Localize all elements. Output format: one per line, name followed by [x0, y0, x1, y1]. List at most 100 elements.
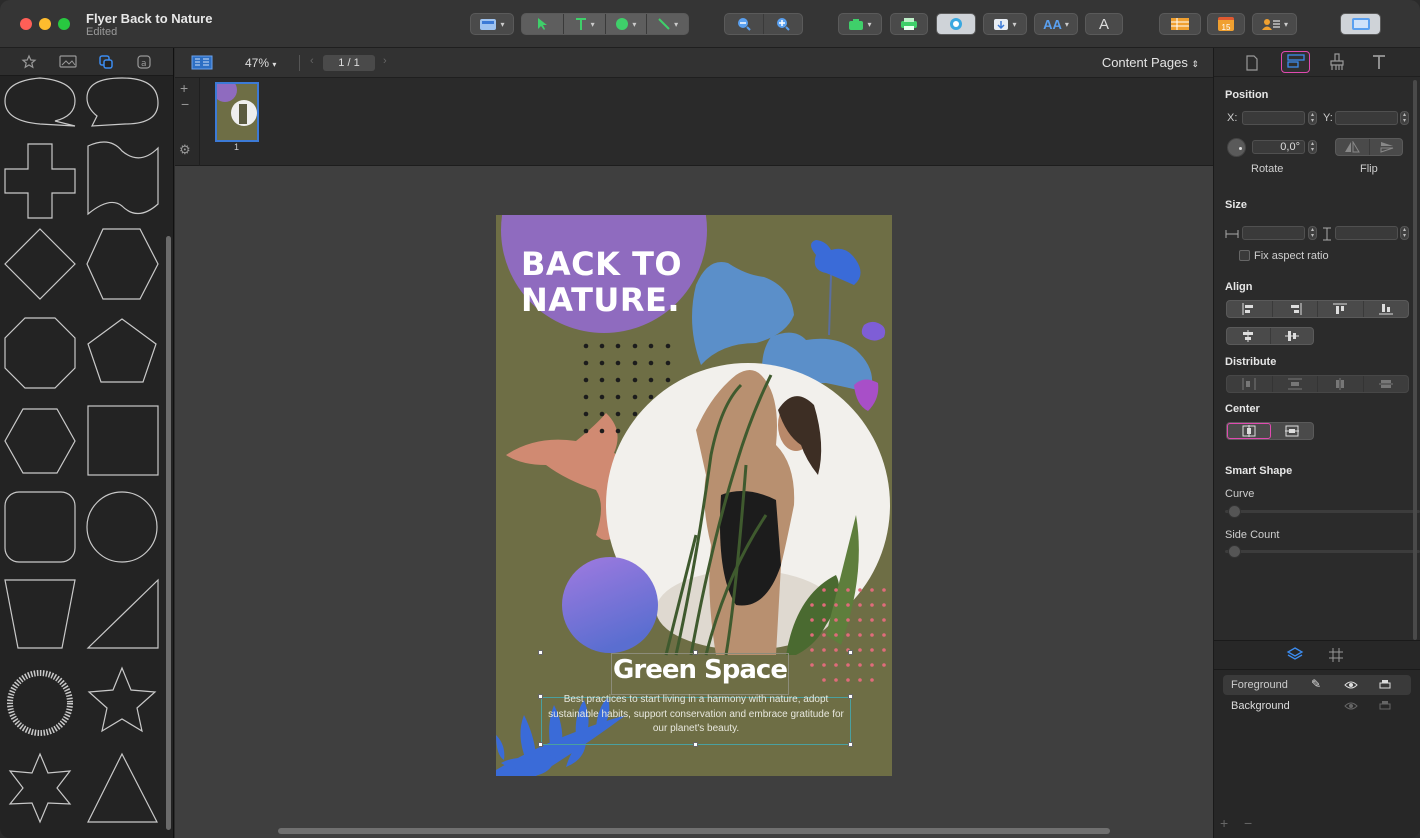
align-left-button[interactable] [1227, 301, 1273, 317]
rotate-field[interactable]: 0,0° [1252, 140, 1305, 154]
center-vertical-button[interactable] [1271, 423, 1313, 439]
print-button[interactable] [890, 13, 928, 35]
page-thumbnail[interactable] [215, 82, 259, 142]
favorites-icon[interactable] [21, 54, 37, 70]
zoom-segment[interactable] [724, 13, 803, 35]
document-icon[interactable] [1245, 55, 1259, 71]
visibility-eye-icon[interactable] [1344, 701, 1358, 711]
distribute-left-button[interactable] [1227, 376, 1273, 392]
printer-icon[interactable] [1379, 700, 1391, 711]
distribute-horizontal-button[interactable] [1318, 376, 1364, 392]
style-icon[interactable] [1328, 53, 1346, 71]
align-center-horizontal-button[interactable] [1227, 328, 1271, 344]
layer-row-foreground[interactable]: Foreground ✎ [1223, 675, 1411, 695]
rotate-value: 0,0° [1280, 141, 1300, 153]
rotate-stepper[interactable]: ▴ ▾ [1308, 140, 1317, 154]
next-page-button[interactable]: › [383, 55, 387, 67]
fonts-button[interactable]: AA ▾ [1034, 13, 1078, 35]
add-layer-button[interactable]: + [1220, 815, 1228, 831]
curve-slider[interactable] [1225, 510, 1420, 513]
tools-segment[interactable]: ▾ ▾ ▾ [521, 13, 689, 35]
text-style-button[interactable]: A [1085, 13, 1123, 35]
selection-handle[interactable] [538, 694, 543, 699]
align-bottom-button[interactable] [1364, 301, 1409, 317]
pages-view-icon[interactable] [191, 55, 213, 71]
selection-handle[interactable] [693, 742, 698, 747]
height-field[interactable] [1335, 226, 1398, 240]
distribute-top-button[interactable] [1273, 376, 1318, 392]
layer-row-background[interactable]: Background [1223, 696, 1411, 716]
selection-handle[interactable] [848, 650, 853, 655]
grid-icon[interactable] [1328, 647, 1344, 663]
flyer-body-text[interactable]: Best practices to start living in a harm… [542, 693, 850, 737]
contacts-button[interactable]: ▾ [1252, 13, 1297, 35]
side-count-slider-knob[interactable] [1228, 545, 1241, 558]
minimize-window-button[interactable] [39, 18, 51, 30]
height-stepper[interactable]: ▴ ▾ [1400, 226, 1409, 240]
x-stepper[interactable]: ▴ ▾ [1308, 111, 1317, 125]
visibility-eye-icon[interactable] [1344, 680, 1358, 690]
distribute-vertical-button[interactable] [1364, 376, 1409, 392]
selection-handle[interactable] [848, 694, 853, 699]
align-top-button[interactable] [1318, 301, 1364, 317]
content-pages-dropdown[interactable]: Content Pages ⇕ [1102, 55, 1199, 70]
flyer-title[interactable]: Green Space [611, 655, 789, 685]
remove-layer-button[interactable]: − [1244, 815, 1252, 831]
y-stepper[interactable]: ▴ ▾ [1400, 111, 1409, 125]
sidebar-toggle-button[interactable] [1340, 13, 1381, 35]
layers-icon[interactable] [1286, 646, 1304, 664]
table-icon [1171, 18, 1189, 30]
close-window-button[interactable] [20, 18, 32, 30]
canvas-horizontal-scrollbar[interactable] [278, 828, 1110, 834]
flip-horizontal-button[interactable] [1336, 139, 1370, 155]
selection-handle[interactable] [538, 742, 543, 747]
symbols-icon[interactable]: a [136, 54, 152, 70]
width-field[interactable] [1242, 226, 1305, 240]
insert-image-button[interactable]: ▾ [838, 13, 882, 35]
flip-vertical-button[interactable] [1370, 139, 1403, 155]
pointer-tool[interactable] [522, 14, 564, 34]
zoom-out-button[interactable] [725, 14, 764, 34]
side-count-slider[interactable] [1225, 550, 1420, 553]
insert-box-button[interactable]: ▾ [983, 13, 1027, 35]
fix-aspect-checkbox[interactable] [1239, 250, 1250, 261]
inspector-panel: Position X: ▴ ▾ Y: ▴ ▾ 0,0° ▴ ▾ Rotate Flip… [1213, 48, 1420, 838]
flyer-page[interactable]: BACK TO NATURE. Green Space Best practic… [496, 215, 892, 776]
add-page-button[interactable]: + [180, 80, 188, 96]
calendar-button[interactable]: 15 [1207, 13, 1245, 35]
pencil-icon[interactable]: ✎ [1311, 677, 1321, 691]
preview-button[interactable] [936, 13, 976, 35]
page-settings-gear-icon[interactable]: ⚙ [179, 142, 191, 158]
curve-slider-knob[interactable] [1228, 505, 1241, 518]
align-right-button[interactable] [1273, 301, 1318, 317]
align-bottom-icon [1378, 304, 1393, 315]
text-tool[interactable]: ▾ [564, 14, 606, 34]
x-field[interactable] [1242, 111, 1305, 125]
view-mode-button[interactable]: ▾ [470, 13, 514, 35]
page-indicator[interactable]: 1 / 1 [323, 55, 375, 71]
zoom-dropdown[interactable]: 47% ▾ [245, 56, 276, 70]
line-tool[interactable]: ▾ [647, 14, 688, 34]
shapes-icon[interactable] [98, 54, 114, 70]
arrange-tab[interactable] [1281, 51, 1310, 73]
table-button[interactable] [1159, 13, 1201, 35]
rotate-knob[interactable] [1227, 138, 1246, 157]
shape-tool-icon [616, 18, 629, 30]
y-field[interactable] [1335, 111, 1398, 125]
selection-handle[interactable] [693, 650, 698, 655]
shapes-scrollbar[interactable] [166, 236, 171, 830]
selection-handle[interactable] [848, 742, 853, 747]
zoom-window-button[interactable] [58, 18, 70, 30]
width-stepper[interactable]: ▴ ▾ [1308, 226, 1317, 240]
text-icon[interactable] [1371, 54, 1387, 70]
previous-page-button[interactable]: ‹ [310, 55, 314, 67]
remove-page-button[interactable]: − [181, 96, 189, 112]
selection-handle[interactable] [538, 650, 543, 655]
zoom-in-button[interactable] [764, 14, 802, 34]
center-horizontal-button[interactable] [1227, 423, 1271, 439]
inspector-scrollbar[interactable] [1413, 80, 1417, 640]
align-center-vertical-button[interactable] [1271, 328, 1314, 344]
shape-tool[interactable]: ▾ [606, 14, 648, 34]
image-library-icon[interactable] [59, 54, 77, 69]
printer-icon[interactable] [1379, 679, 1391, 690]
